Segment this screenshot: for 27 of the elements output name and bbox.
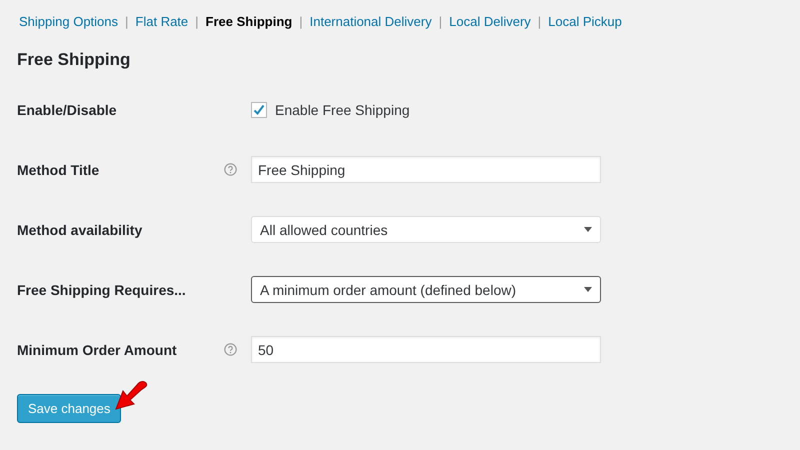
nav-link[interactable]: Local Pickup [546,14,624,28]
field-label: Free Shipping Requires... [17,282,187,298]
nav-link[interactable]: Shipping Options [17,14,120,28]
field-label: Enable/Disable [17,102,118,118]
dropdown[interactable]: All allowed countries [251,216,601,243]
field-label: Minimum Order Amount [17,342,178,358]
field-label: Method availability [17,222,144,238]
section-heading: Free Shipping [17,50,132,71]
checkbox[interactable] [251,102,267,118]
caret-icon [584,287,592,292]
text-field[interactable]: 50 [251,336,601,363]
nav-link[interactable]: Flat Rate [133,14,190,28]
nav-link[interactable]: Local Delivery [447,14,533,28]
separator: | [194,14,200,28]
dropdown[interactable]: A minimum order amount (defined below) [251,276,601,303]
separator: | [438,14,444,28]
help-icon[interactable] [224,163,237,176]
help-icon[interactable] [224,343,237,356]
text-field[interactable]: Free Shipping [251,156,601,183]
field-label: Method Title [17,162,100,178]
checkbox-label[interactable]: Enable Free Shipping [275,102,410,118]
nav-link[interactable]: Free Shipping [204,14,294,28]
separator: | [298,14,304,28]
caret-icon [584,227,592,232]
separator: | [124,14,130,28]
separator: | [536,14,542,28]
nav-link[interactable]: International Delivery [308,14,434,28]
